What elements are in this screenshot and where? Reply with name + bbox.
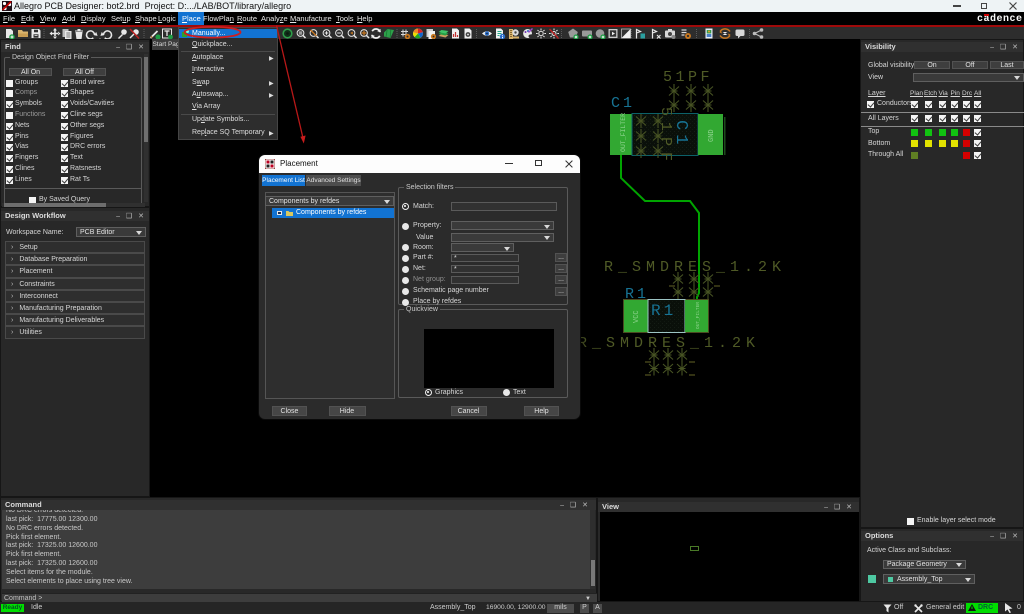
svg-text:VCC: VCC: [633, 310, 641, 323]
svg-text:C1: C1: [611, 95, 635, 112]
svg-text:OUT_FILTER: OUT_FILTER: [695, 302, 701, 329]
svg-text:GND: GND: [708, 129, 716, 142]
svg-text:R_SMDRES_1.2K: R_SMDRES_1.2K: [578, 335, 760, 352]
svg-text:R1: R1: [651, 302, 676, 320]
svg-text:R_SMDRES_1.2K: R_SMDRES_1.2K: [604, 259, 786, 276]
svg-text:51PF: 51PF: [663, 69, 713, 86]
svg-text:C1: C1: [671, 120, 690, 148]
svg-text:OUT_FILTER: OUT_FILTER: [620, 113, 627, 152]
